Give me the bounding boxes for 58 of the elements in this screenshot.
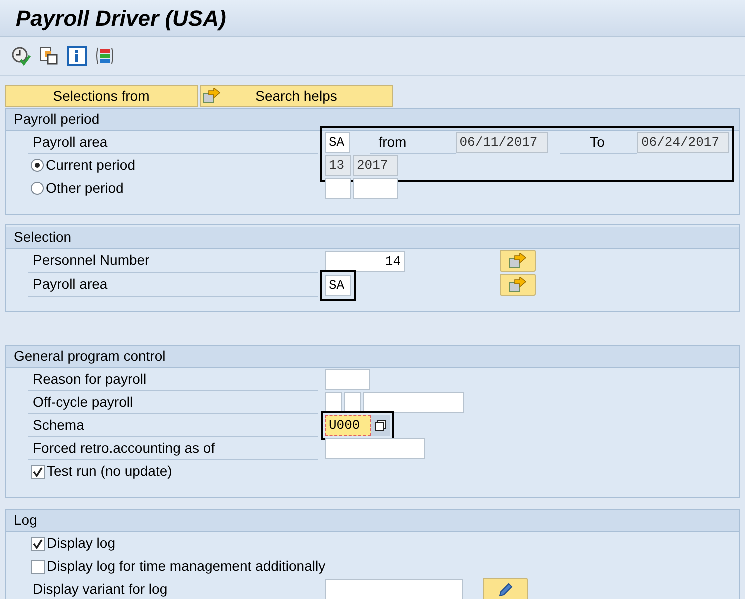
field-label: Off-cycle payroll xyxy=(33,392,134,412)
radio-button[interactable] xyxy=(31,159,44,172)
action-button[interactable]: Selections from xyxy=(5,85,198,107)
section-title: Selection xyxy=(14,228,72,247)
radio-label: Current period xyxy=(46,156,136,175)
checkbox[interactable] xyxy=(31,464,45,478)
section-title: General program control xyxy=(14,347,166,366)
input-field[interactable] xyxy=(325,392,342,413)
input-field[interactable] xyxy=(325,579,463,599)
input-field[interactable]: 13 xyxy=(325,155,351,176)
input-field[interactable]: 14 xyxy=(325,251,405,272)
field-label: from xyxy=(378,132,407,152)
multiple-selection-button[interactable] xyxy=(500,250,536,272)
arrow-icon xyxy=(509,277,527,293)
input-field[interactable]: SA xyxy=(325,275,351,296)
edit-button[interactable] xyxy=(483,578,528,599)
pencil-icon xyxy=(498,582,514,598)
checkbox[interactable] xyxy=(31,560,45,574)
input-field[interactable] xyxy=(325,438,425,459)
field-label: Payroll area xyxy=(33,275,108,294)
input-field[interactable] xyxy=(363,392,464,413)
radio-button[interactable] xyxy=(31,182,44,195)
check-icon xyxy=(33,538,43,548)
window-title: Payroll Driver (USA) xyxy=(16,4,226,33)
layout-icon[interactable] xyxy=(95,46,115,66)
section-title: Payroll period xyxy=(14,110,100,129)
section-title: Log xyxy=(14,511,38,530)
check-icon xyxy=(33,466,43,476)
action-button[interactable]: Search helps xyxy=(200,85,393,107)
arrow-icon xyxy=(509,253,527,269)
input-field[interactable] xyxy=(325,369,370,390)
field-label: Payroll area xyxy=(33,132,108,152)
input-field[interactable] xyxy=(353,178,398,199)
info-icon[interactable] xyxy=(67,46,87,66)
input-field[interactable]: SA xyxy=(325,132,350,153)
input-field[interactable]: 06/24/2017 xyxy=(637,132,729,153)
copy-button[interactable] xyxy=(371,415,390,436)
radio-label: Other period xyxy=(46,179,124,198)
field-label: Personnel Number xyxy=(33,251,150,270)
input-field[interactable]: 06/11/2017 xyxy=(456,132,548,153)
field-label: To xyxy=(590,132,605,152)
arrow-icon xyxy=(203,88,221,104)
clock-check-icon[interactable] xyxy=(11,46,31,66)
field-label: Display variant for log xyxy=(33,580,168,599)
input-field[interactable]: 2017 xyxy=(353,155,398,176)
field-label: Forced retro.accounting as of xyxy=(33,438,216,458)
copy-icon[interactable] xyxy=(39,46,59,66)
field-label: Schema xyxy=(33,416,84,434)
copy-icon xyxy=(374,420,386,432)
field-label: Reason for payroll xyxy=(33,370,147,389)
checkbox-label: Display log xyxy=(47,534,116,553)
input-field[interactable] xyxy=(344,392,361,413)
checkbox-label: Test run (no update) xyxy=(47,462,172,481)
multiple-selection-button[interactable] xyxy=(500,274,536,296)
checkbox[interactable] xyxy=(31,536,45,550)
checkbox-label: Display log for time management additionally xyxy=(47,557,326,576)
input-field[interactable] xyxy=(325,178,351,199)
input-field[interactable]: U000 xyxy=(325,415,371,436)
